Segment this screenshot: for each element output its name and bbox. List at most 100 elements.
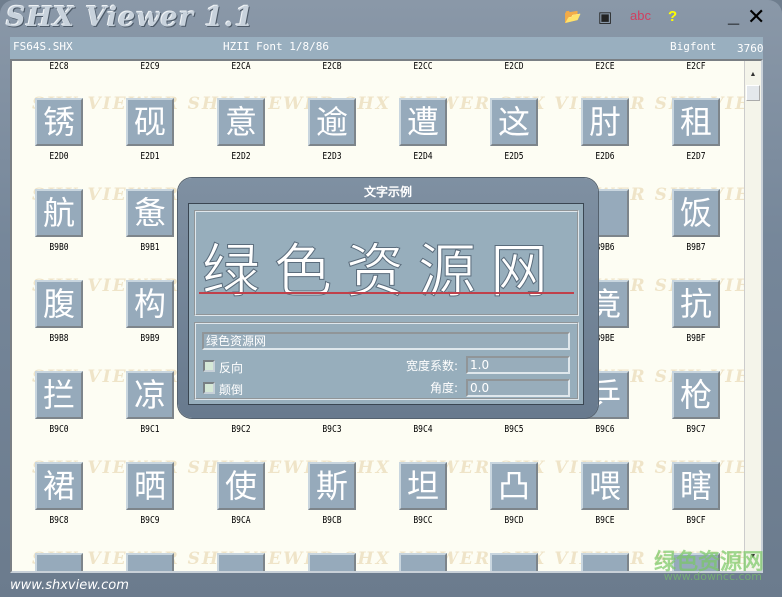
scroll-up-arrow[interactable]: ▲	[745, 71, 761, 85]
char-code-label: B9CD	[504, 515, 524, 526]
char-cell[interactable]: 坦 B9CC	[378, 462, 468, 526]
char-code-label: B9B9	[140, 333, 160, 344]
char-cell[interactable]: 喂 B9CE	[560, 462, 650, 526]
char-tile[interactable]	[308, 553, 356, 571]
char-cell[interactable]: 肘 E2D6	[560, 98, 650, 162]
char-tile[interactable]: 凉	[126, 371, 174, 419]
char-code-label: B9CF	[686, 515, 706, 526]
app-window: SHX Viewer 1.1 📂 ▣ abc ? _ ✕ FS64S.SHX H…	[0, 0, 782, 597]
font-file-name: FS64S.SHX	[13, 40, 73, 53]
char-tile[interactable]: 坦	[399, 462, 447, 510]
save-icon[interactable]: ▣	[598, 8, 612, 26]
char-code-label: B9BF	[686, 333, 706, 344]
char-cell[interactable]	[469, 553, 559, 571]
char-code-label: B9C5	[504, 424, 524, 435]
char-cell[interactable]: 拦 B9C0	[14, 371, 104, 435]
char-tile[interactable]: 使	[217, 462, 265, 510]
char-code-label: E2C9	[140, 61, 160, 72]
char-tile[interactable]: 逾	[308, 98, 356, 146]
char-cell[interactable]: 砚 E2D1	[105, 98, 195, 162]
char-tile[interactable]	[217, 553, 265, 571]
char-code-label: B9CC	[413, 515, 433, 526]
char-code-label: B9B8	[49, 333, 69, 344]
char-cell[interactable]: 腹 B9B8	[14, 280, 104, 344]
font-description: HZII Font 1/8/86	[223, 40, 329, 53]
sample-text-input[interactable]: 绿色资源网	[202, 332, 570, 350]
char-cell[interactable]: 凸 B9CD	[469, 462, 559, 526]
char-cell[interactable]: 航 B9B0	[14, 189, 104, 253]
char-tile[interactable]: 砚	[126, 98, 174, 146]
char-tile[interactable]: 凸	[490, 462, 538, 510]
font-type: Bigfont	[670, 40, 717, 53]
char-code-label: B9CB	[322, 515, 342, 526]
char-cell[interactable]: 锈 E2D0	[14, 98, 104, 162]
char-code-label: E2CA	[231, 61, 251, 72]
upside-down-checkbox[interactable]	[203, 382, 215, 394]
char-tile[interactable]: 租	[672, 98, 720, 146]
char-cell[interactable]	[287, 553, 377, 571]
vertical-scrollbar[interactable]: ▲ ▼	[744, 61, 761, 571]
char-cell[interactable]: 意 E2D2	[196, 98, 286, 162]
char-tile[interactable]: 斯	[308, 462, 356, 510]
char-tile[interactable]: 瞎	[672, 462, 720, 510]
char-tile[interactable]: 意	[217, 98, 265, 146]
reverse-checkbox[interactable]	[203, 360, 215, 372]
char-code-label: B9C8	[49, 515, 69, 526]
sample-text-button[interactable]: abc	[630, 8, 651, 23]
char-tile[interactable]: 构	[126, 280, 174, 328]
char-tile[interactable]: 喂	[581, 462, 629, 510]
char-tile[interactable]: 裙	[35, 462, 83, 510]
char-cell[interactable]: 裙 B9C8	[14, 462, 104, 526]
char-cell[interactable]: 抗 B9BF	[651, 280, 741, 344]
angle-input[interactable]: 0.0	[466, 379, 570, 397]
char-tile[interactable]: 航	[35, 189, 83, 237]
site-watermark-url: www.downcc.com	[663, 570, 762, 583]
width-factor-label: 宽度系数:	[406, 359, 459, 373]
char-cell[interactable]: 这 E2D5	[469, 98, 559, 162]
char-tile[interactable]: 锈	[35, 98, 83, 146]
char-cell[interactable]: 使 B9CA	[196, 462, 286, 526]
char-code-label: E2D2	[231, 151, 251, 162]
char-cell[interactable]	[14, 553, 104, 571]
char-cell[interactable]	[378, 553, 468, 571]
char-cell[interactable]: 斯 B9CB	[287, 462, 377, 526]
char-tile[interactable]: 遭	[399, 98, 447, 146]
website-link[interactable]: www.shxview.com	[10, 578, 129, 593]
char-cell[interactable]: 遭 E2D4	[378, 98, 468, 162]
char-tile[interactable]: 饭	[672, 189, 720, 237]
char-tile[interactable]	[126, 553, 174, 571]
char-cell[interactable]	[105, 553, 195, 571]
char-cell[interactable]: 饭 B9B7	[651, 189, 741, 253]
open-folder-icon[interactable]: 📂	[564, 8, 581, 25]
char-cell[interactable]: 瞎 B9CF	[651, 462, 741, 526]
char-code-label: B9B1	[140, 242, 160, 253]
char-cell[interactable]: 晒 B9C9	[105, 462, 195, 526]
char-code-label: B9C2	[231, 424, 251, 435]
char-code-label: E2D7	[686, 151, 706, 162]
char-tile[interactable]: 惫	[126, 189, 174, 237]
help-button[interactable]: ?	[668, 8, 677, 25]
scroll-thumb[interactable]	[746, 85, 760, 101]
char-tile[interactable]	[35, 553, 83, 571]
char-cell[interactable]: 枪 B9C7	[651, 371, 741, 435]
width-factor-input[interactable]: 1.0	[466, 356, 570, 374]
close-button[interactable]: ✕	[747, 4, 765, 30]
char-cell[interactable]	[196, 553, 286, 571]
char-tile[interactable]: 拦	[35, 371, 83, 419]
char-cell[interactable]: 逾 E2D3	[287, 98, 377, 162]
char-code-label: B9C6	[595, 424, 615, 435]
char-tile[interactable]	[581, 553, 629, 571]
char-tile[interactable]: 这	[490, 98, 538, 146]
char-tile[interactable]: 晒	[126, 462, 174, 510]
char-tile[interactable]	[399, 553, 447, 571]
char-tile[interactable]	[490, 553, 538, 571]
char-tile[interactable]: 腹	[35, 280, 83, 328]
char-tile[interactable]: 肘	[581, 98, 629, 146]
char-cell[interactable]: 租 E2D7	[651, 98, 741, 162]
char-tile[interactable]: 枪	[672, 371, 720, 419]
minimize-button[interactable]: _	[728, 5, 739, 28]
char-cell[interactable]	[560, 553, 650, 571]
char-code-label: E2CD	[504, 61, 524, 72]
char-code-label: E2CE	[595, 61, 615, 72]
char-tile[interactable]: 抗	[672, 280, 720, 328]
